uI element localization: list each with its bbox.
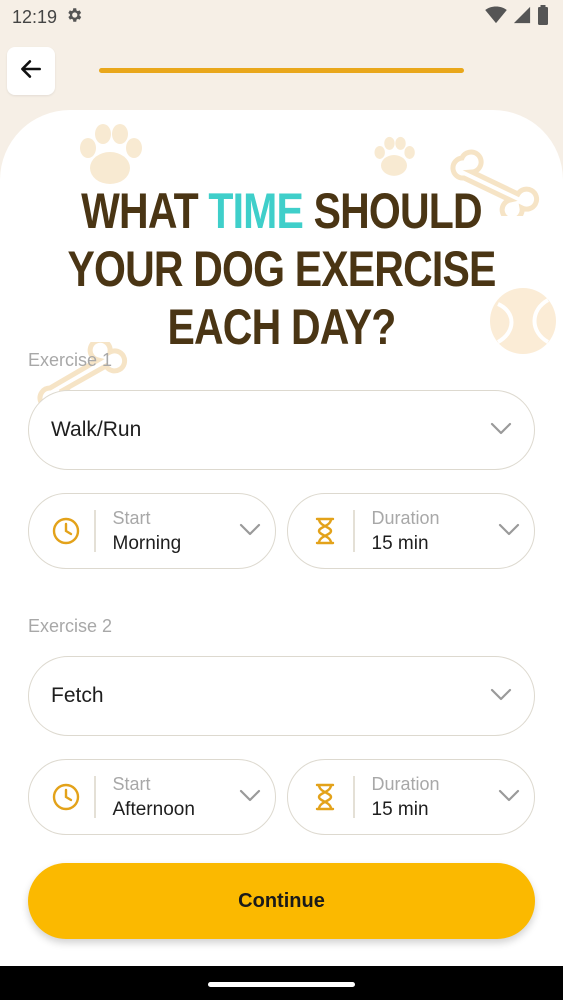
signal-icon xyxy=(513,6,531,29)
chevron-down-icon xyxy=(498,522,520,541)
start-text: Start Afternoon xyxy=(113,774,240,821)
status-right xyxy=(485,4,549,30)
exercise-2-activity-value: Fetch xyxy=(51,684,104,707)
exercise-1-label: Exercise 1 xyxy=(28,350,113,370)
divider xyxy=(94,510,96,552)
start-value: Afternoon xyxy=(112,798,195,820)
paw-decoration-icon xyxy=(374,136,415,176)
exercise-1-activity-select[interactable]: Walk/Run xyxy=(28,390,535,470)
chevron-down-icon xyxy=(498,788,520,807)
clock-icon xyxy=(51,782,81,812)
duration-value: 15 min xyxy=(371,532,429,554)
status-time: 12:19 xyxy=(12,6,58,27)
exercise-2-activity-select[interactable]: Fetch xyxy=(28,656,535,736)
chevron-down-icon xyxy=(490,421,512,440)
chevron-down-icon xyxy=(239,522,261,541)
exercise-1-duration-select[interactable]: Duration 15 min xyxy=(287,493,535,569)
chevron-down-icon xyxy=(239,788,261,807)
battery-icon xyxy=(537,4,549,30)
arrow-left-icon xyxy=(18,56,44,86)
back-button[interactable] xyxy=(7,47,55,95)
duration-value: 15 min xyxy=(371,798,429,820)
duration-label: Duration xyxy=(371,773,440,794)
exercise-1-start-select[interactable]: Start Morning xyxy=(28,493,276,569)
status-bar: 12:19 xyxy=(0,0,563,34)
system-nav-bar xyxy=(0,966,563,1000)
paw-decoration-icon xyxy=(80,124,142,184)
title-part-1: WHAT xyxy=(81,183,209,239)
start-label: Start xyxy=(112,507,151,528)
start-label: Start xyxy=(112,773,151,794)
exercise-2-label: Exercise 2 xyxy=(28,616,113,636)
divider xyxy=(94,776,96,818)
duration-label: Duration xyxy=(371,507,440,528)
wifi-icon xyxy=(485,5,507,29)
page-title: WHAT TIME SHOULD YOUR DOG EXERCISE EACH … xyxy=(51,182,513,356)
duration-text: Duration 15 min xyxy=(372,774,499,821)
start-text: Start Morning xyxy=(113,508,240,555)
start-value: Morning xyxy=(112,532,182,554)
clock-icon xyxy=(51,516,81,546)
progress-bar xyxy=(99,68,464,73)
status-left: 12:19 xyxy=(12,6,83,29)
divider xyxy=(353,776,355,818)
hourglass-icon xyxy=(310,516,340,546)
continue-button[interactable]: Continue xyxy=(28,863,535,939)
exercise-1-activity-value: Walk/Run xyxy=(51,418,142,441)
divider xyxy=(353,510,355,552)
chevron-down-icon xyxy=(490,687,512,706)
exercise-2-duration-select[interactable]: Duration 15 min xyxy=(287,759,535,835)
title-accent: TIME xyxy=(208,183,304,239)
settings-icon xyxy=(65,6,83,29)
duration-text: Duration 15 min xyxy=(372,508,499,555)
home-indicator[interactable] xyxy=(208,982,355,987)
exercise-2-start-select[interactable]: Start Afternoon xyxy=(28,759,276,835)
hourglass-icon xyxy=(310,782,340,812)
